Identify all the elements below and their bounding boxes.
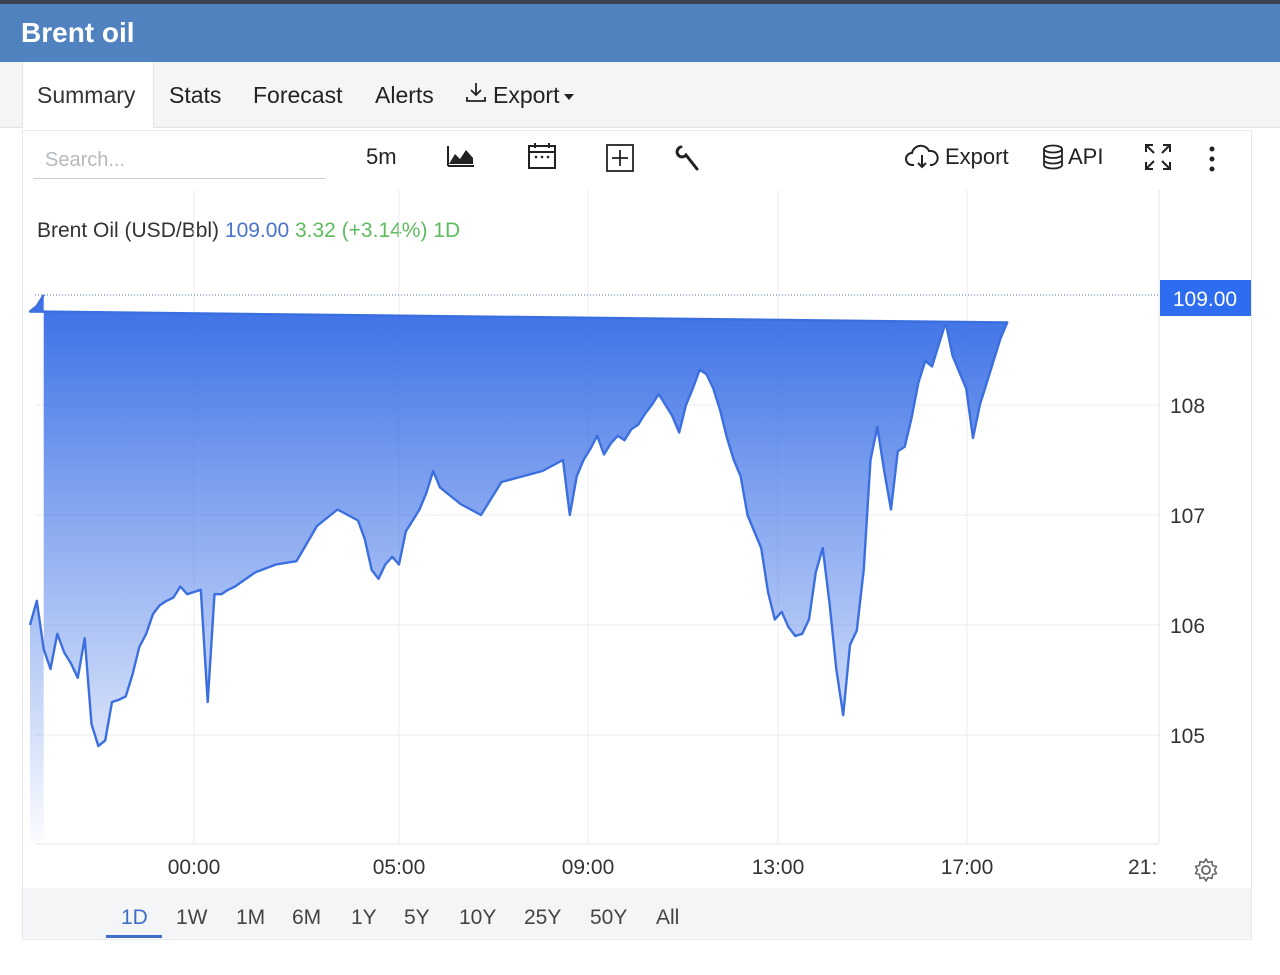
- range-all[interactable]: All: [656, 888, 679, 938]
- y-tick-label: 108: [1170, 395, 1205, 418]
- y-tick-label: 106: [1170, 615, 1205, 638]
- range-1y[interactable]: 1Y: [351, 888, 377, 938]
- range-1m[interactable]: 1M: [236, 888, 265, 938]
- last-price-label: 109.00: [1173, 288, 1237, 311]
- price-area-fill: [30, 295, 1008, 843]
- x-tick-label: 17:00: [941, 856, 994, 879]
- range-10y[interactable]: 10Y: [459, 888, 496, 938]
- x-tick-label: 09:00: [562, 856, 615, 879]
- active-range-indicator: [106, 935, 162, 938]
- range-1w[interactable]: 1W: [176, 888, 208, 938]
- x-tick-label: 21:: [1128, 856, 1157, 879]
- y-tick-label: 105: [1170, 725, 1205, 748]
- y-tick-label: 107: [1170, 505, 1205, 528]
- x-tick-label: 13:00: [752, 856, 805, 879]
- range-50y[interactable]: 50Y: [590, 888, 627, 938]
- x-tick-label: 05:00: [373, 856, 426, 879]
- range-5y[interactable]: 5Y: [404, 888, 430, 938]
- x-tick-label: 00:00: [168, 856, 221, 879]
- price-chart[interactable]: 105 106 107 108 00:00 05:00 09:00 13:00 17:00 21:…: [0, 0, 1280, 975]
- range-25y[interactable]: 25Y: [524, 888, 561, 938]
- range-1d[interactable]: 1D: [121, 888, 148, 938]
- gear-icon[interactable]: [1192, 856, 1220, 889]
- range-6m[interactable]: 6M: [292, 888, 321, 938]
